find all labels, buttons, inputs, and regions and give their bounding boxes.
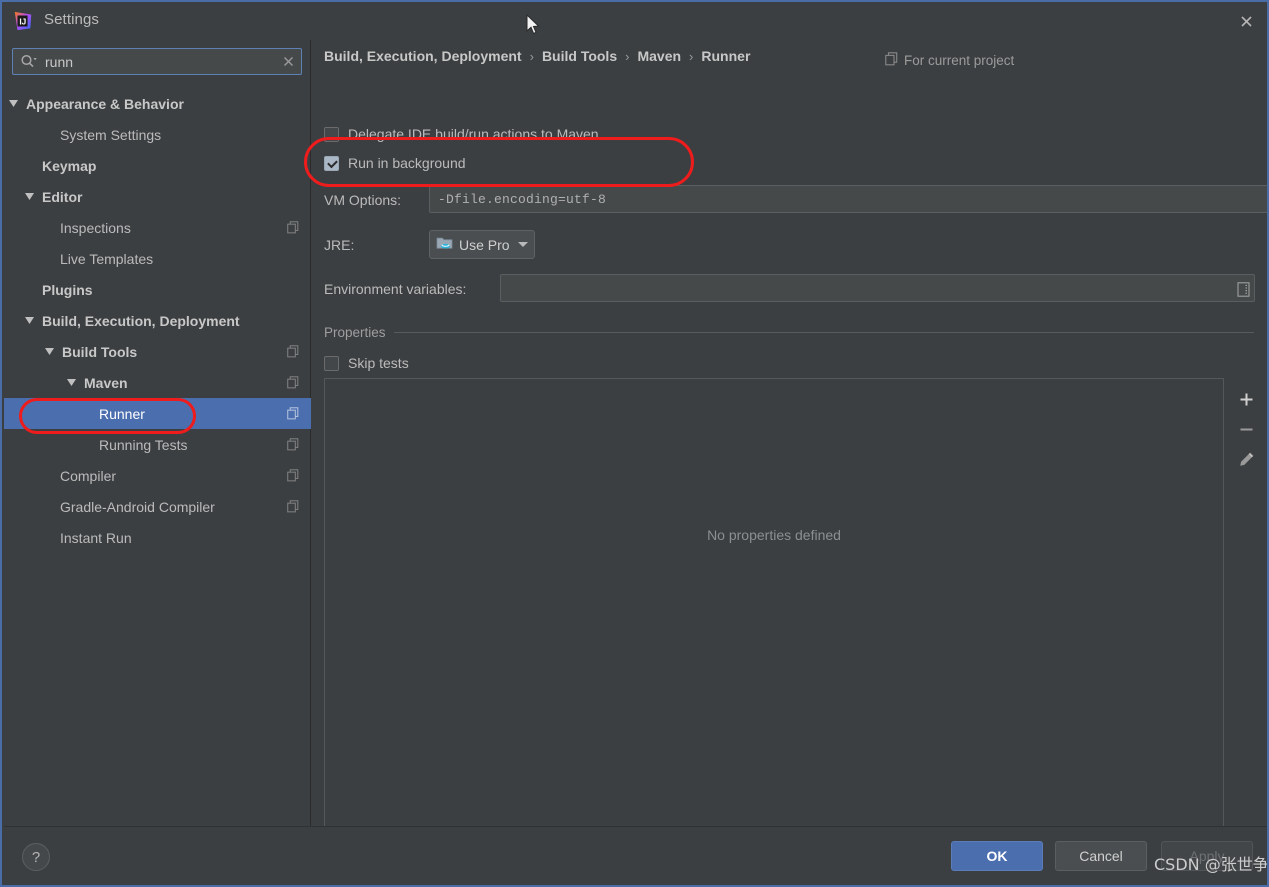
copy-scope-icon[interactable]: [287, 469, 299, 482]
sidebar-item-label: Build, Execution, Deployment: [42, 312, 240, 329]
properties-toolbar: [1226, 378, 1267, 834]
run-in-background-checkbox[interactable]: [324, 155, 339, 171]
delegate-ide-build-checkbox[interactable]: [324, 126, 339, 142]
triangle-down-icon[interactable]: [24, 315, 35, 326]
sidebar-item-keymap[interactable]: Keymap: [4, 150, 311, 181]
copy-scope-icon[interactable]: [287, 500, 299, 513]
jre-dropdown[interactable]: Use Pro: [429, 230, 535, 259]
sidebar-item-label: Running Tests: [99, 436, 188, 453]
title-bar: IJ Settings: [2, 2, 1267, 40]
intellij-idea-logo-icon: IJ: [14, 11, 32, 31]
breadcrumb-separator: ›: [689, 48, 694, 64]
skip-tests-checkbox-row[interactable]: Skip tests: [324, 355, 409, 371]
sidebar-item-label: Keymap: [42, 157, 97, 174]
properties-empty-message: No properties defined: [707, 527, 841, 543]
settings-dialog: IJ Settings runn Appearance & Behavior S…: [0, 0, 1269, 887]
search-input[interactable]: [43, 53, 275, 70]
copy-scope-icon[interactable]: [287, 221, 299, 234]
properties-section-header: Properties: [324, 325, 1254, 340]
copy-scope-icon[interactable]: [287, 376, 299, 389]
sidebar-item-label: Gradle-Android Compiler: [60, 498, 215, 515]
triangle-down-icon[interactable]: [66, 377, 77, 388]
close-icon[interactable]: [1231, 7, 1261, 35]
sidebar-item-maven[interactable]: Maven: [4, 367, 311, 398]
properties-table[interactable]: No properties defined: [324, 378, 1224, 834]
sidebar-item-compiler[interactable]: Compiler: [4, 460, 311, 491]
sidebar-item-gradle-android-compiler[interactable]: Gradle-Android Compiler: [4, 491, 311, 522]
sidebar-item-plugins[interactable]: Plugins: [4, 274, 311, 305]
triangle-down-icon[interactable]: [8, 98, 19, 109]
environment-variables-input[interactable]: [500, 274, 1255, 302]
sidebar-item-running-tests[interactable]: Running Tests: [4, 429, 311, 460]
sidebar-item-label: Live Templates: [60, 250, 154, 267]
sidebar-item-label: Maven: [84, 374, 128, 391]
sidebar-item-label: Runner: [99, 405, 145, 422]
copy-scope-icon[interactable]: [287, 438, 299, 451]
sidebar-item-label: Inspections: [60, 219, 131, 236]
sidebar-item-label: Editor: [42, 188, 83, 205]
search-icon[interactable]: [13, 49, 43, 74]
sidebar-item-inspections[interactable]: Inspections: [4, 212, 311, 243]
copy-scope-icon[interactable]: [287, 407, 299, 420]
copy-scope-icon: [885, 52, 898, 69]
sidebar-item-live-templates[interactable]: Live Templates: [4, 243, 311, 274]
sidebar-item-build-execution-deployment[interactable]: Build, Execution, Deployment: [4, 305, 311, 336]
sidebar-item-label: Build Tools: [62, 343, 138, 360]
for-current-project-text: For current project: [904, 53, 1015, 68]
delegate-ide-build-checkbox-row[interactable]: Delegate IDE build/run actions to Maven: [324, 126, 599, 142]
add-property-button[interactable]: [1232, 384, 1262, 414]
sidebar-item-label: Appearance & Behavior: [26, 95, 184, 112]
settings-content: Build, Execution, Deployment › Build Tools…: [312, 40, 1267, 834]
jre-label: JRE:: [324, 237, 355, 253]
sidebar-item-runner[interactable]: Runner: [4, 398, 311, 429]
triangle-down-icon[interactable]: [24, 191, 35, 202]
breadcrumb-item[interactable]: Build, Execution, Deployment: [324, 48, 522, 64]
triangle-down-icon[interactable]: [44, 346, 55, 357]
list-browse-icon[interactable]: [1232, 278, 1254, 300]
settings-tree: Appearance & Behavior System Settings Keym…: [4, 88, 311, 553]
clear-icon[interactable]: [275, 49, 301, 74]
sidebar-item-label: Plugins: [42, 281, 93, 298]
section-divider: [393, 332, 1254, 333]
breadcrumb: Build, Execution, Deployment › Build Tools…: [324, 48, 750, 64]
environment-variables-label: Environment variables:: [324, 281, 467, 297]
for-current-project-label: For current project: [885, 52, 1014, 69]
breadcrumb-item[interactable]: Runner: [701, 48, 750, 64]
window-title: Settings: [44, 11, 99, 28]
search-field[interactable]: [12, 48, 302, 75]
jdk-folder-icon: [436, 235, 454, 255]
cancel-button[interactable]: Cancel: [1055, 841, 1147, 871]
vm-options-input[interactable]: -Dfile.encoding=utf-8: [429, 185, 1267, 213]
sidebar-item-build-tools[interactable]: Build Tools: [4, 336, 311, 367]
sidebar-item-editor[interactable]: Editor: [4, 181, 311, 212]
breadcrumb-separator: ›: [625, 48, 630, 64]
run-in-background-checkbox-row[interactable]: Run in background: [324, 155, 466, 171]
skip-tests-label: Skip tests: [348, 355, 409, 371]
dialog-footer: ? OK Cancel Apply: [4, 826, 1267, 885]
breadcrumb-separator: ›: [529, 48, 534, 64]
caret-down-icon[interactable]: [517, 242, 528, 247]
sidebar-item-label: System Settings: [60, 126, 162, 143]
sidebar-item-instant-run[interactable]: Instant Run: [4, 522, 311, 553]
ok-button[interactable]: OK: [951, 841, 1043, 871]
run-in-background-label: Run in background: [348, 155, 466, 171]
delegate-ide-build-label: Delegate IDE build/run actions to Maven: [348, 126, 599, 142]
properties-section-title: Properties: [324, 325, 386, 340]
svg-text:IJ: IJ: [19, 18, 26, 27]
settings-sidebar: Appearance & Behavior System Settings Keym…: [4, 40, 311, 826]
remove-property-button[interactable]: [1232, 414, 1262, 444]
watermark: CSDN @张世争: [1154, 855, 1269, 874]
breadcrumb-item[interactable]: Build Tools: [542, 48, 617, 64]
copy-scope-icon[interactable]: [287, 345, 299, 358]
skip-tests-checkbox[interactable]: [324, 355, 339, 371]
vm-options-label: VM Options:: [324, 192, 402, 208]
sidebar-item-label: Instant Run: [60, 529, 132, 546]
breadcrumb-item[interactable]: Maven: [637, 48, 681, 64]
sidebar-item-label: Compiler: [60, 467, 117, 484]
jre-selected-value: Use Pro: [459, 236, 510, 253]
sidebar-item-appearance-behavior[interactable]: Appearance & Behavior: [4, 88, 311, 119]
help-button[interactable]: ?: [22, 843, 50, 871]
edit-property-button[interactable]: [1232, 444, 1262, 474]
sidebar-item-system-settings[interactable]: System Settings: [4, 119, 311, 150]
